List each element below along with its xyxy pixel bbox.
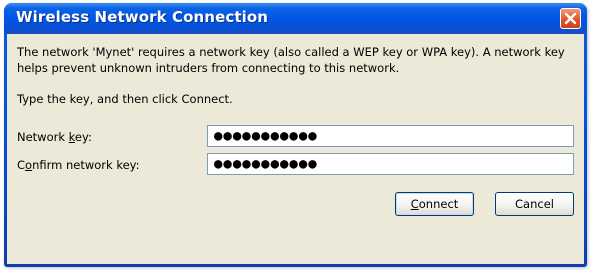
- info-message: The network 'Mynet' requires a network k…: [17, 45, 565, 75]
- window-title: Wireless Network Connection: [16, 8, 269, 26]
- confirm-key-label-start: C: [17, 158, 26, 172]
- confirm-key-label-end: nfirm network key:: [32, 158, 140, 172]
- connect-button[interactable]: Connect: [395, 192, 474, 216]
- connect-label-rest: onnect: [418, 197, 459, 211]
- network-key-label: Network key:: [17, 130, 92, 144]
- confirm-key-label: Confirm network key:: [17, 158, 140, 172]
- network-key-label-start: Network: [17, 130, 69, 144]
- cancel-button-label: Cancel: [515, 197, 554, 211]
- cancel-button[interactable]: Cancel: [495, 192, 574, 216]
- dialog-body: The network 'Mynet' requires a network k…: [7, 34, 584, 264]
- network-key-field[interactable]: ●●●●●●●●●●●: [207, 125, 574, 147]
- confirm-network-key-field[interactable]: ●●●●●●●●●●●: [207, 153, 574, 175]
- title-bar[interactable]: Wireless Network Connection: [4, 3, 587, 34]
- instruction-text: Type the key, and then click Connect.: [17, 92, 233, 106]
- wireless-network-connection-dialog: Wireless Network Connection The network …: [4, 3, 587, 267]
- connect-button-label: Connect: [411, 193, 459, 215]
- close-icon: [564, 12, 577, 25]
- network-key-label-end: ey:: [74, 130, 92, 144]
- connect-accesskey: C: [410, 197, 419, 211]
- close-button[interactable]: [560, 8, 581, 29]
